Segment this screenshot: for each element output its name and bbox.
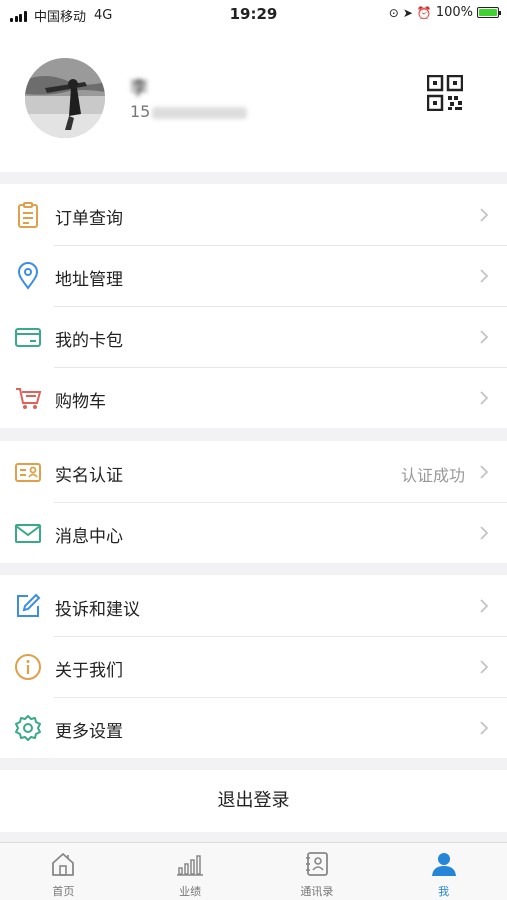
tab-me[interactable]: 我 [380,843,507,900]
chevron-right-icon [480,660,489,674]
alarm-icon: ⏰ [416,5,432,20]
battery-icon [477,7,501,18]
verification-status: 认证成功 [400,466,465,485]
person-icon [431,853,456,876]
tab-label: 通讯录 [300,885,334,898]
phone-prefix: 15 [130,102,151,121]
menu-label: 我的卡包 [55,331,123,351]
menu-label: 投诉和建议 [55,600,140,620]
profile-header: 李 15 [0,30,507,172]
card-icon [15,328,41,347]
menu-group-orders: 订单查询 地址管理 我的卡包 购物车 [0,184,507,428]
menu-group-account: 实名认证 认证成功 消息中心 [0,441,507,563]
tab-label: 业绩 [179,885,202,898]
home-icon [52,853,75,876]
status-right: ⊙ ➤ ⏰ 100% [388,5,501,20]
avatar[interactable] [25,58,105,138]
tab-label: 我 [438,885,450,898]
menu-item-verification[interactable]: 实名认证 认证成功 [0,441,507,502]
clipboard-icon [18,202,38,228]
qr-code-icon[interactable] [427,75,463,111]
menu-label: 消息中心 [55,527,123,547]
chevron-right-icon [480,721,489,735]
tab-contacts[interactable]: 通讯录 [254,843,381,900]
logout-button[interactable]: 退出登录 [0,770,507,832]
chevron-right-icon [480,269,489,283]
menu-item-feedback[interactable]: 投诉和建议 [0,575,507,636]
chevron-right-icon [480,330,489,344]
menu-label: 更多设置 [55,722,123,742]
tab-performance[interactable]: 业绩 [127,843,254,900]
chevron-right-icon [480,208,489,222]
chevron-right-icon [480,391,489,405]
edit-icon [17,593,41,617]
info-icon [15,654,41,680]
location-pin-icon [17,262,39,290]
gear-icon [15,715,41,741]
menu-label: 地址管理 [55,270,123,290]
menu-item-cards[interactable]: 我的卡包 [0,306,507,367]
menu-item-cart[interactable]: 购物车 [0,367,507,428]
tab-label: 首页 [52,885,75,898]
menu-label: 订单查询 [55,209,123,229]
tab-home[interactable]: 首页 [0,843,127,900]
user-name: 李 [130,78,148,99]
tab-bar: 首页 业绩 通讯录 我 [0,842,507,900]
phone-masked [152,106,248,119]
battery-percent: 100% [435,5,473,20]
menu-label: 购物车 [55,392,106,412]
menu-item-orders[interactable]: 订单查询 [0,184,507,245]
menu-item-messages[interactable]: 消息中心 [0,502,507,563]
bar-chart-icon [177,855,204,876]
cart-icon [16,388,42,409]
menu-label: 关于我们 [55,661,123,681]
menu-item-address[interactable]: 地址管理 [0,245,507,306]
chevron-right-icon [480,526,489,540]
envelope-icon [15,524,41,543]
menu-label: 实名认证 [55,466,123,486]
contacts-icon [305,852,328,876]
chevron-right-icon [480,599,489,613]
orientation-lock-icon: ⊙ [388,5,399,20]
menu-item-about[interactable]: 关于我们 [0,636,507,697]
id-card-icon [15,463,41,482]
status-bar: 中国移动 4G 19:29 ⊙ ➤ ⏰ 100% [0,0,507,30]
chevron-right-icon [480,465,489,479]
menu-item-settings[interactable]: 更多设置 [0,697,507,758]
user-phone: 15 [130,102,248,121]
location-arrow-icon: ➤ [402,5,413,20]
menu-group-misc: 投诉和建议 关于我们 更多设置 [0,575,507,758]
